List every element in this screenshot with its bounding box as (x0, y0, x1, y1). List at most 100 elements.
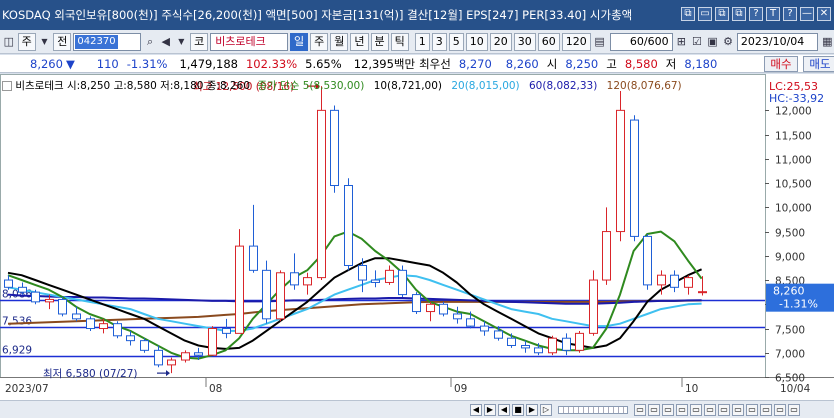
volume-ratio: 102.33% (245, 56, 298, 71)
candle-body (589, 279, 598, 334)
minute-3-button[interactable]: 3 (431, 32, 447, 51)
code-type-button[interactable]: 코 (190, 32, 209, 51)
period-minute-button[interactable]: 분 (370, 32, 389, 51)
copy-icon[interactable]: ⧉ (732, 7, 746, 21)
priority-ask: 8,270 (458, 56, 492, 71)
options-icon[interactable]: ▤ (593, 34, 607, 50)
info-icon[interactable]: ? (783, 7, 797, 21)
calendar-icon[interactable]: ▦ (820, 34, 834, 50)
candle-body (45, 298, 54, 303)
zoom-slider[interactable] (558, 405, 628, 414)
candle-body (670, 274, 679, 288)
tool-icon-6[interactable]: ▭ (704, 403, 716, 416)
period-daily-button[interactable]: 일 (290, 32, 309, 51)
tool-icon-3[interactable]: ▭ (662, 403, 674, 416)
restore-icon[interactable]: ▭ (698, 7, 712, 21)
period-weekly-button[interactable]: 주 (310, 32, 329, 51)
price-change-pct: -1.31% (126, 56, 168, 71)
tool-icon-4[interactable]: ▭ (676, 403, 688, 416)
scroll-back-button[interactable]: ◀ (498, 403, 510, 416)
current-price: 8,260 (30, 56, 63, 71)
grid-icon[interactable] (2, 81, 12, 91)
candle-body (276, 272, 285, 320)
link-icon[interactable]: ⧉ (715, 7, 729, 21)
speaker-icon[interactable]: ◀ (159, 34, 173, 50)
candle-body (521, 344, 530, 349)
candle-body (480, 325, 489, 332)
high-label: 고 (606, 56, 617, 71)
tool-icon-8[interactable]: ▭ (732, 403, 744, 416)
candlestick-chart[interactable]: 8,0867,5366,929 12,00011,50011,00010,500… (0, 74, 834, 400)
candle-body (602, 231, 611, 281)
scroll-first-button[interactable]: ◀ (470, 403, 482, 416)
board-select[interactable]: 전 (53, 32, 72, 51)
y-tick-label: 9,000 (775, 252, 805, 264)
stock-code-input[interactable]: 042370 (73, 32, 142, 51)
window-icon[interactable]: ⧉ (681, 7, 695, 21)
chevron-down-icon[interactable]: ▼ (174, 34, 188, 50)
bar-count-input[interactable]: 60/600 (610, 32, 673, 51)
price-chart-panel[interactable]: 8,086 7,536 6,929 12,000 11,500 11,000 10,500… (0, 74, 834, 400)
tool-icon-7[interactable]: ▭ (718, 403, 730, 416)
price-change: 110 (96, 56, 119, 71)
open-label: 시 (546, 56, 558, 71)
sell-button[interactable]: 매도 (803, 56, 834, 72)
chart-grid (0, 74, 834, 378)
stock-code-value: 042370 (75, 34, 118, 49)
low-price: 8,180 (684, 56, 718, 71)
scroll-next-button[interactable]: ▷ (540, 403, 552, 416)
search-icon[interactable]: ⌕ (143, 34, 157, 50)
x-tick-label: 09 (454, 383, 467, 395)
date-input[interactable]: 2023/10/04 (736, 32, 819, 51)
tool-icon-11[interactable]: ▭ (774, 403, 786, 416)
candle-body (371, 279, 380, 283)
chart-layout-icon[interactable]: ◫ (2, 34, 16, 50)
help-icon[interactable]: ? (749, 7, 763, 21)
legend-ma60: 60(8,082,33) (529, 80, 598, 92)
chevron-down-icon[interactable]: ▼ (38, 34, 52, 50)
minute-20-button[interactable]: 20 (489, 32, 512, 51)
tool-icon-9[interactable]: ▭ (746, 403, 758, 416)
open-price: 8,250 (565, 56, 599, 71)
tools-icon[interactable]: ⊞ (675, 34, 689, 50)
tool-icon-5[interactable]: ▭ (690, 403, 702, 416)
y-tick-label: 12,000 (775, 106, 812, 118)
tool-icon-12[interactable]: ▭ (788, 403, 800, 416)
candle-body (453, 313, 462, 320)
minute-10-button[interactable]: 10 (465, 32, 488, 51)
save-icon[interactable]: ▣ (706, 34, 720, 50)
candle-body (262, 269, 271, 320)
gear-icon[interactable]: ⚙ (721, 34, 735, 50)
buy-button[interactable]: 매수 (764, 56, 798, 72)
tool-icon-2[interactable]: ▭ (648, 403, 660, 416)
candle-body (330, 109, 339, 187)
minute-60-button[interactable]: 60 (537, 32, 560, 51)
market-select[interactable]: 주 (17, 32, 36, 51)
current-pct-label: -1.31% (779, 298, 818, 311)
candle-body (249, 245, 258, 271)
candle-body (126, 335, 135, 342)
period-yearly-button[interactable]: 년 (350, 32, 369, 51)
period-monthly-button[interactable]: 월 (330, 32, 349, 51)
minimize-icon[interactable]: — (800, 7, 814, 21)
minute-5-button[interactable]: 5 (448, 32, 464, 51)
current-price-label: 8,260 (773, 285, 805, 298)
candle-body (426, 303, 435, 313)
text-icon[interactable]: T (766, 7, 780, 21)
y-tick-label: 9,500 (775, 228, 805, 240)
minute-30-button[interactable]: 30 (513, 32, 536, 51)
play-button[interactable]: ▶ (526, 403, 538, 416)
close-icon[interactable]: ✕ (817, 7, 831, 21)
minute-120-button[interactable]: 120 (561, 32, 591, 51)
quote-bar: 8,260 ▼ 110 -1.31% 1,479,188 102.33% 5.6… (0, 55, 834, 73)
candle-body (99, 323, 108, 330)
period-tick-button[interactable]: 틱 (390, 32, 409, 51)
tool-icon-1[interactable]: ▭ (634, 403, 646, 416)
checkbox-icon[interactable]: ☑ (690, 34, 704, 50)
candle-body (58, 298, 67, 315)
scroll-prev-button[interactable]: ▶ (484, 403, 496, 416)
tool-icon-10[interactable]: ▭ (760, 403, 772, 416)
candle-body (548, 337, 557, 354)
stop-button[interactable]: ■ (512, 403, 524, 416)
minute-1-button[interactable]: 1 (414, 32, 430, 51)
